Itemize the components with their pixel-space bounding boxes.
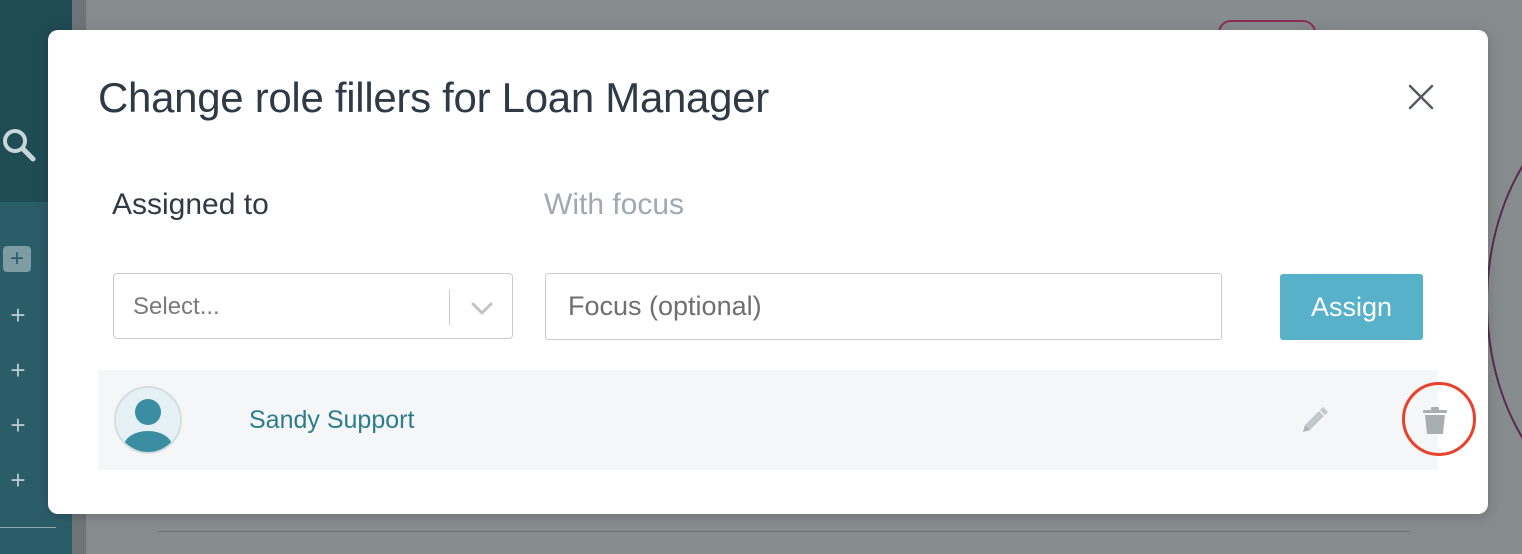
search-icon [3, 129, 36, 162]
select-placeholder: Select... [133, 293, 220, 320]
assigned-to-label: Assigned to [112, 188, 269, 221]
user-avatar-icon [114, 386, 182, 454]
focus-input[interactable] [545, 273, 1222, 340]
with-focus-label: With focus [544, 188, 685, 221]
filler-row: Sandy Support [98, 370, 1476, 470]
select-separator [449, 289, 450, 325]
sidebar-plus-icon: + [10, 355, 26, 385]
modal-title: Change role fillers for Loan Manager [98, 74, 769, 121]
role-fillers-modal: Change role fillers for Loan Manager Ass… [48, 30, 1488, 514]
sidebar-add-icon: + [3, 246, 31, 272]
sidebar-plus-icon: + [10, 410, 26, 440]
sidebar-plus-icon: + [10, 465, 26, 495]
close-icon[interactable] [1406, 82, 1436, 112]
assign-button[interactable]: Assign [1280, 274, 1423, 340]
background-divider [158, 531, 1410, 532]
chevron-down-icon[interactable] [468, 294, 496, 322]
assignee-select[interactable]: Select... [113, 273, 513, 339]
trash-icon[interactable] [1422, 407, 1448, 435]
sidebar-divider [0, 527, 56, 528]
filler-name-link[interactable]: Sandy Support [249, 406, 414, 435]
sidebar-plus-icon: + [10, 300, 26, 330]
pencil-icon[interactable] [1299, 406, 1329, 436]
